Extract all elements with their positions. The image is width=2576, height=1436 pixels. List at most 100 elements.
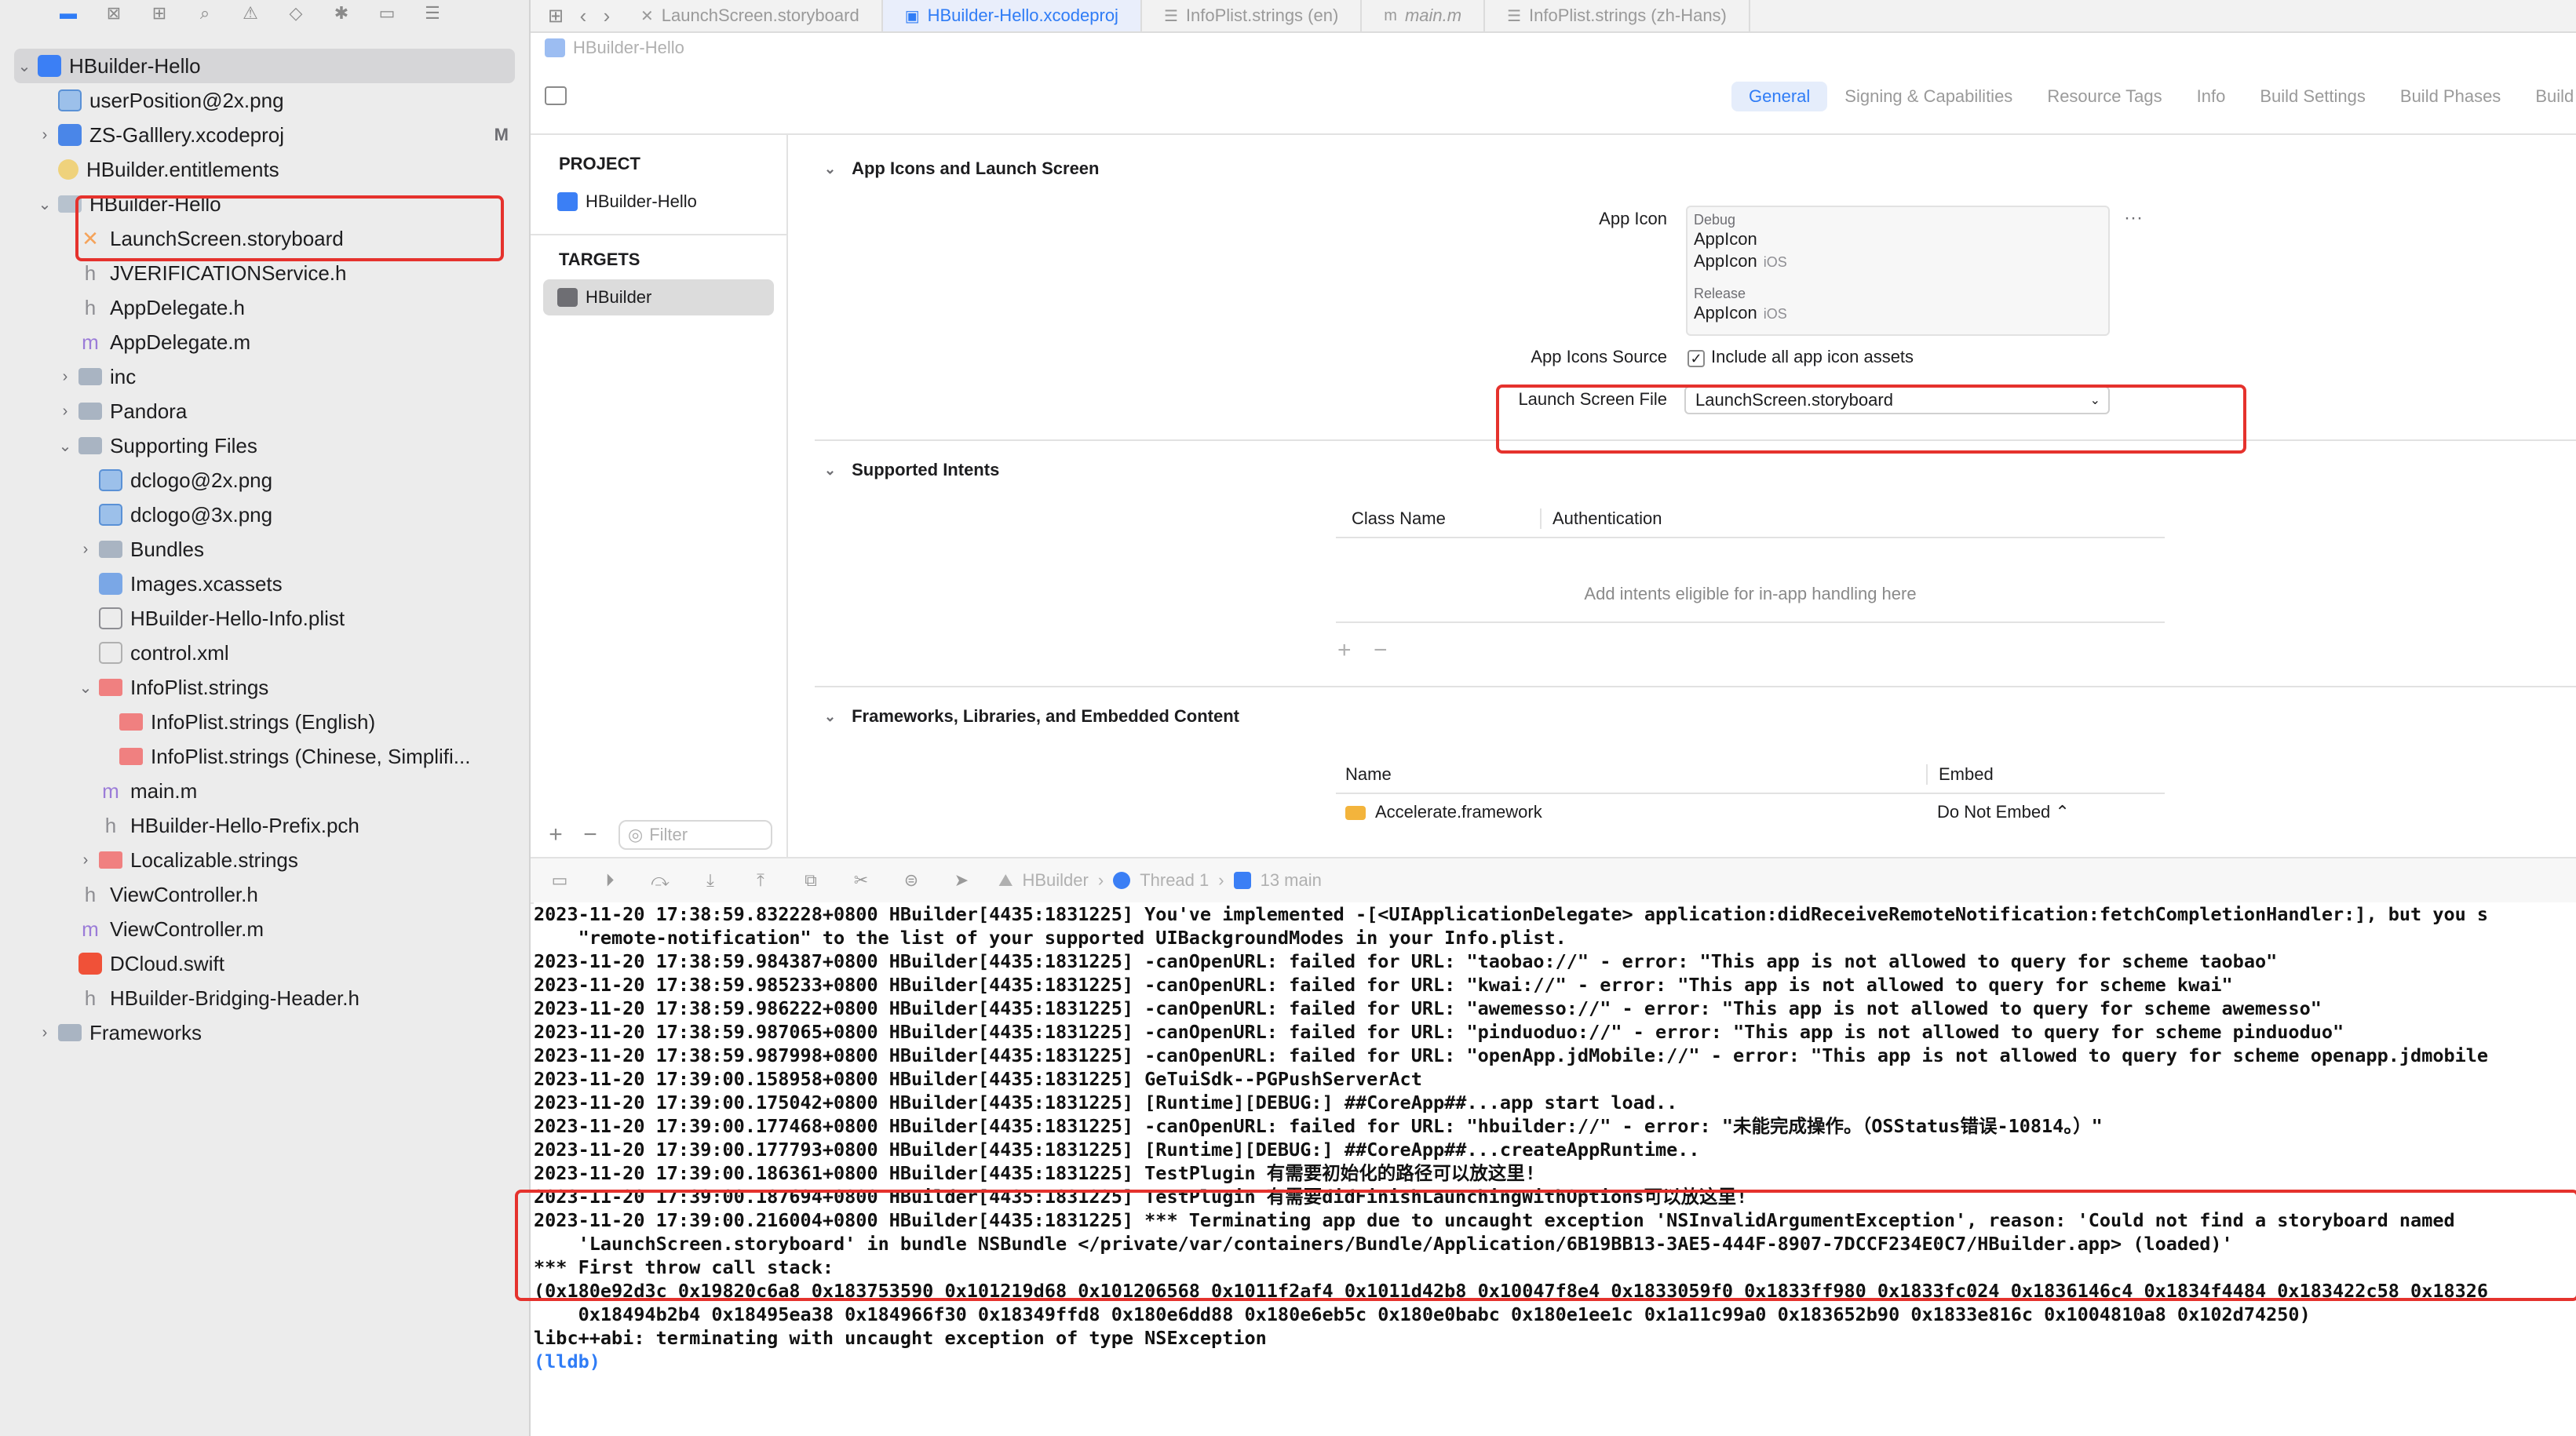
navigator-item[interactable]: › Localizable.strings bbox=[14, 843, 515, 877]
include-all-checkbox[interactable]: ✓ bbox=[1688, 350, 1705, 367]
navigator-item[interactable]: Images.xcassets bbox=[14, 567, 515, 601]
navigator-item[interactable]: › ZS-Galllery.xcodeproj M bbox=[14, 118, 515, 152]
col-embed[interactable]: Embed bbox=[1926, 764, 1994, 785]
app-icon-box[interactable]: Debug AppIcon AppIcon iOS Release AppIcon… bbox=[1686, 206, 2110, 336]
supported-intents-section-header[interactable]: ⌄ Supported Intents bbox=[824, 460, 999, 480]
report-icon[interactable]: ☰ bbox=[419, 4, 446, 23]
col-name[interactable]: Name bbox=[1336, 764, 1926, 785]
step-out-icon[interactable]: ⤒ bbox=[747, 870, 774, 891]
chevron-right-icon[interactable]: › bbox=[55, 368, 75, 386]
breadcrumb-project[interactable]: HBuilder-Hello bbox=[573, 38, 684, 58]
chevron-down-icon[interactable]: ⌄ bbox=[55, 436, 75, 456]
navigator-item[interactable]: HBuilder-Hello-Info.plist bbox=[14, 601, 515, 636]
navigator-item[interactable]: DCloud.swift bbox=[14, 946, 515, 981]
filter-field[interactable]: ◎ Filter bbox=[618, 820, 772, 850]
step-into-icon[interactable]: ⤓ bbox=[697, 870, 724, 891]
remove-icon[interactable]: − bbox=[1374, 637, 1388, 664]
test-diamond-icon[interactable]: ◇ bbox=[283, 4, 309, 23]
navigator-item[interactable]: ⌄ HBuilder-Hello bbox=[14, 187, 515, 221]
navigator-item[interactable]: HBuilder.entitlements bbox=[14, 152, 515, 187]
editor-tab[interactable]: ▣ HBuilder-Hello.xcodeproj bbox=[882, 0, 1142, 31]
chevron-down-icon[interactable]: ⌄ bbox=[14, 56, 35, 76]
chevron-down-icon[interactable]: ⌄ bbox=[75, 678, 96, 698]
warning-icon[interactable]: ⚠ bbox=[237, 4, 264, 23]
add-icon[interactable]: + bbox=[1337, 637, 1352, 664]
navigator-item[interactable]: › inc bbox=[14, 359, 515, 394]
navigator-item[interactable]: m AppDelegate.m bbox=[14, 325, 515, 359]
m-file-icon: m bbox=[82, 917, 99, 941]
chevron-down-icon[interactable]: ⌄ bbox=[35, 195, 55, 214]
debug-icon[interactable]: ✱ bbox=[328, 4, 355, 23]
launch-screen-popup[interactable]: LaunchScreen.storyboard ⌄ bbox=[1684, 386, 2110, 414]
navigator-item[interactable]: h ViewController.h bbox=[14, 877, 515, 912]
add-icon[interactable]: + bbox=[538, 822, 573, 848]
navigator-item[interactable]: InfoPlist.strings (Chinese, Simplifi... bbox=[14, 739, 515, 774]
navigator-item[interactable]: userPosition@2x.png bbox=[14, 83, 515, 118]
jump-bar[interactable]: HBuilder-Hello bbox=[531, 33, 2576, 63]
debug-console[interactable]: 2023-11-20 17:38:59.832228+0800 HBuilder… bbox=[534, 902, 2576, 1436]
search-icon[interactable]: ⌕ bbox=[192, 4, 218, 23]
grid-icon[interactable]: ⊞ bbox=[540, 5, 571, 27]
editor-tab[interactable]: ☰ InfoPlist.strings (en) bbox=[1142, 0, 1363, 31]
sidebar-toggle-icon[interactable] bbox=[545, 86, 567, 105]
breakpoint-icon[interactable]: ▭ bbox=[374, 4, 400, 23]
chevron-right-icon[interactable]: › bbox=[35, 126, 55, 144]
navigator-item[interactable]: InfoPlist.strings (English) bbox=[14, 705, 515, 739]
navigator-item[interactable]: control.xml bbox=[14, 636, 515, 670]
navigator-item[interactable]: ✕ LaunchScreen.storyboard bbox=[14, 221, 515, 256]
navigator-item[interactable]: h HBuilder-Bridging-Header.h bbox=[14, 981, 515, 1015]
settings-tab[interactable]: Build Settings bbox=[2242, 82, 2383, 111]
step-over-icon[interactable]: ⤼ bbox=[647, 870, 673, 891]
navigator-item[interactable]: m main.m bbox=[14, 774, 515, 808]
more-options-icon[interactable]: ··· bbox=[2124, 207, 2143, 229]
navigator-item[interactable]: › Frameworks bbox=[14, 1015, 515, 1050]
hide-console-icon[interactable]: ▭ bbox=[546, 870, 573, 891]
debug-breadcrumb[interactable]: ⛰ HBuilder › Thread 1 › 13 main bbox=[998, 870, 1322, 891]
col-authentication[interactable]: Authentication bbox=[1542, 508, 1662, 529]
target-item[interactable]: HBuilder bbox=[543, 279, 774, 315]
col-class-name[interactable]: Class Name bbox=[1336, 508, 1542, 529]
chevron-right-icon[interactable]: › bbox=[55, 403, 75, 421]
chevron-right-icon[interactable]: › bbox=[35, 1024, 55, 1042]
continue-icon[interactable]: ⏵ bbox=[597, 870, 623, 891]
navigator-item[interactable]: h JVERIFICATIONService.h bbox=[14, 256, 515, 290]
navigator-item[interactable]: ⌄ HBuilder-Hello bbox=[14, 49, 515, 83]
chevron-right-icon[interactable]: › bbox=[75, 541, 96, 559]
settings-tab[interactable]: Signing & Capabilities bbox=[1827, 82, 2030, 111]
folder-file-icon bbox=[78, 403, 102, 420]
source-control-icon[interactable]: ⊠ bbox=[100, 4, 127, 23]
location-icon[interactable]: ➤ bbox=[948, 870, 975, 891]
settings-tab[interactable]: Build Phases bbox=[2383, 82, 2518, 111]
navigator-item[interactable]: h HBuilder-Hello-Prefix.pch bbox=[14, 808, 515, 843]
folder-icon[interactable]: ▬ bbox=[55, 4, 82, 23]
view-hierarchy-icon[interactable]: ⧉ bbox=[797, 870, 824, 891]
embed-popup[interactable]: Do Not Embed ⌃ bbox=[1926, 802, 2070, 822]
chevron-right-icon[interactable]: › bbox=[75, 851, 96, 869]
editor-tab[interactable]: m main.m bbox=[1362, 0, 1486, 31]
symbol-hierarchy-icon[interactable]: ⊞ bbox=[146, 4, 173, 23]
memory-graph-icon[interactable]: ✂ bbox=[848, 870, 874, 891]
navigator-item[interactable]: m ViewController.m bbox=[14, 912, 515, 946]
settings-tab[interactable]: Info bbox=[2180, 82, 2243, 111]
navigator-item[interactable]: dclogo@2x.png bbox=[14, 463, 515, 497]
settings-tab[interactable]: Resource Tags bbox=[2030, 82, 2179, 111]
lldb-prompt[interactable]: (lldb) bbox=[534, 1350, 2576, 1373]
navigator-item[interactable]: dclogo@3x.png bbox=[14, 497, 515, 532]
navigator-item[interactable]: › Pandora bbox=[14, 394, 515, 428]
navigator-item[interactable]: h AppDelegate.h bbox=[14, 290, 515, 325]
remove-icon[interactable]: − bbox=[573, 822, 608, 848]
back-arrow-icon[interactable]: ‹ bbox=[571, 4, 595, 28]
settings-tab[interactable]: General bbox=[1731, 82, 1828, 111]
framework-row[interactable]: Accelerate.framework Do Not Embed ⌃ bbox=[1336, 794, 2165, 830]
settings-tab[interactable]: Build Rules bbox=[2518, 82, 2576, 111]
frameworks-section-header[interactable]: ⌄ Frameworks, Libraries, and Embedded Co… bbox=[824, 706, 1239, 727]
editor-tab[interactable]: ☰ InfoPlist.strings (zh-Hans) bbox=[1485, 0, 1750, 31]
forward-arrow-icon[interactable]: › bbox=[595, 4, 618, 28]
navigator-item[interactable]: ⌄ InfoPlist.strings bbox=[14, 670, 515, 705]
project-item[interactable]: HBuilder-Hello bbox=[543, 184, 774, 220]
environment-icon[interactable]: ⊜ bbox=[898, 870, 925, 891]
navigator-item[interactable]: ⌄ Supporting Files bbox=[14, 428, 515, 463]
app-icons-section-header[interactable]: ⌄ App Icons and Launch Screen bbox=[824, 159, 1099, 179]
navigator-item[interactable]: › Bundles bbox=[14, 532, 515, 567]
editor-tab[interactable]: ✕ LaunchScreen.storyboard bbox=[618, 0, 883, 31]
